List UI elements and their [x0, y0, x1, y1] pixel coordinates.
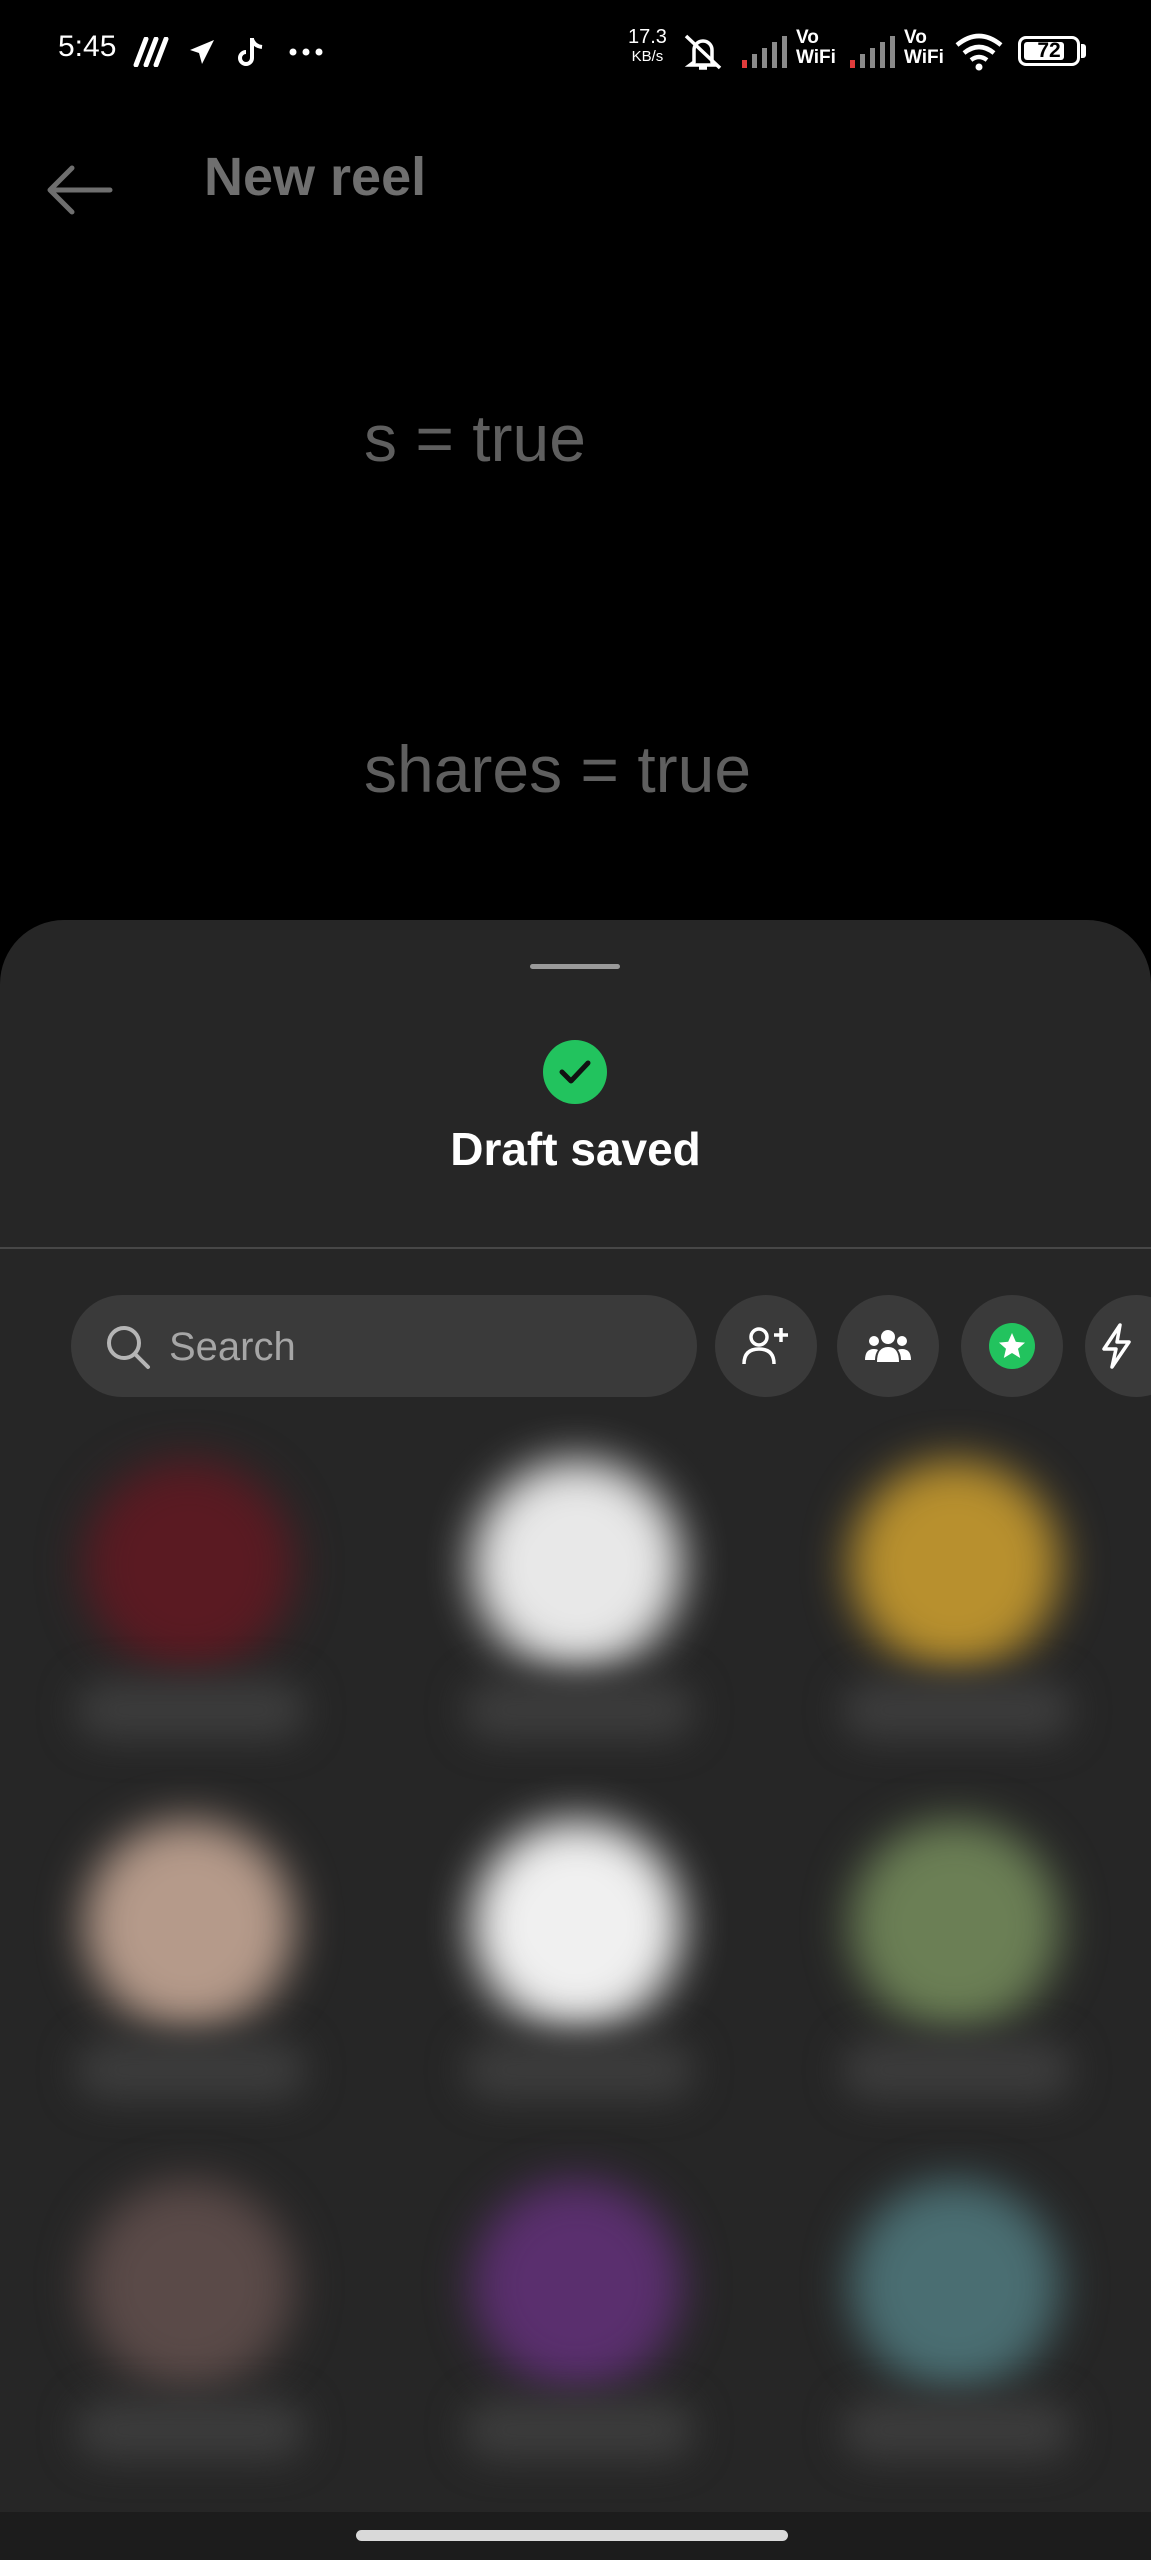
avatar [84, 2180, 294, 2390]
name-placeholder [464, 2400, 694, 2460]
background-text-line-2: shares = true [364, 732, 752, 806]
back-button[interactable] [40, 150, 120, 230]
screen: 5:45 17.3 KB/s Vo WiFi Vo WiFi 72 New re… [0, 0, 1151, 2560]
close-friends-star-icon [989, 1323, 1035, 1369]
avatar [472, 2180, 682, 2390]
name-placeholder [464, 1680, 694, 1740]
add-person-icon [742, 1327, 788, 1365]
contact-item[interactable] [802, 2180, 1102, 2490]
close-friends-button[interactable] [961, 1295, 1063, 1397]
app-notification-icon [132, 30, 170, 74]
avatar [84, 1820, 294, 2030]
group-icon [865, 1330, 911, 1362]
group-button[interactable] [837, 1295, 939, 1397]
avatar [850, 1820, 1060, 2030]
name-placeholder [464, 2040, 694, 2100]
search-input[interactable] [167, 1295, 671, 1399]
page-title: New reel [204, 147, 427, 207]
lightning-icon [1102, 1323, 1131, 1369]
contact-item[interactable] [424, 2180, 724, 2490]
battery-level: 72 [1037, 39, 1061, 62]
avatar [472, 1460, 682, 1670]
avatar [472, 1820, 682, 2030]
network-speed: 17.3 KB/s [628, 26, 667, 66]
vowifi-label-1-bottom: WiFi [796, 47, 836, 68]
add-person-button[interactable] [715, 1295, 817, 1397]
avatar [84, 1460, 294, 1670]
network-speed-unit: KB/s [631, 48, 664, 65]
tiktok-icon [236, 30, 266, 74]
share-sheet: Draft saved [0, 920, 1151, 2560]
battery-nub [1081, 44, 1086, 58]
name-placeholder [842, 1680, 1072, 1740]
name-placeholder [842, 2400, 1072, 2460]
more-notifications-icon [288, 30, 324, 74]
status-time: 5:45 [58, 30, 117, 63]
battery-icon: 72 [1018, 36, 1080, 66]
signal-icon-2 [848, 30, 898, 74]
search-box[interactable] [71, 1295, 697, 1399]
signal-icon-1 [740, 30, 790, 74]
wifi-icon [954, 30, 1004, 74]
name-placeholder [76, 2400, 306, 2460]
telegram-icon [188, 30, 216, 74]
vowifi-label-1: Vo WiFi [796, 28, 836, 68]
quick-send-button[interactable] [1085, 1295, 1151, 1397]
contact-item[interactable] [36, 1820, 336, 2130]
name-placeholder [842, 2040, 1072, 2100]
contact-item[interactable] [802, 1460, 1102, 1770]
check-circle-icon [543, 1040, 607, 1104]
muted-bell-icon [682, 30, 724, 74]
contact-item[interactable] [36, 1460, 336, 1770]
back-arrow-icon [47, 165, 113, 215]
draft-saved-text: Draft saved [450, 1123, 701, 1175]
vowifi-label-2-bottom: WiFi [904, 47, 944, 68]
vowifi-label-2: Vo WiFi [904, 28, 944, 68]
background-text-line-1: s = true [364, 401, 586, 475]
status-bar: 5:45 17.3 KB/s Vo WiFi Vo WiFi 72 [0, 0, 1151, 104]
search-icon [107, 1326, 150, 1369]
divider [0, 1247, 1151, 1249]
contact-item[interactable] [36, 2180, 336, 2490]
contact-item[interactable] [424, 1820, 724, 2130]
contact-item[interactable] [424, 1460, 724, 1770]
home-indicator[interactable] [356, 2530, 788, 2541]
contact-item[interactable] [802, 1820, 1102, 2130]
sheet-drag-handle[interactable] [530, 964, 620, 969]
avatar [850, 2180, 1060, 2390]
name-placeholder [76, 1680, 306, 1740]
avatar [850, 1460, 1060, 1670]
name-placeholder [76, 2040, 306, 2100]
vowifi-label-2-top: Vo [904, 27, 927, 48]
vowifi-label-1-top: Vo [796, 27, 819, 48]
network-speed-value: 17.3 [628, 26, 667, 48]
